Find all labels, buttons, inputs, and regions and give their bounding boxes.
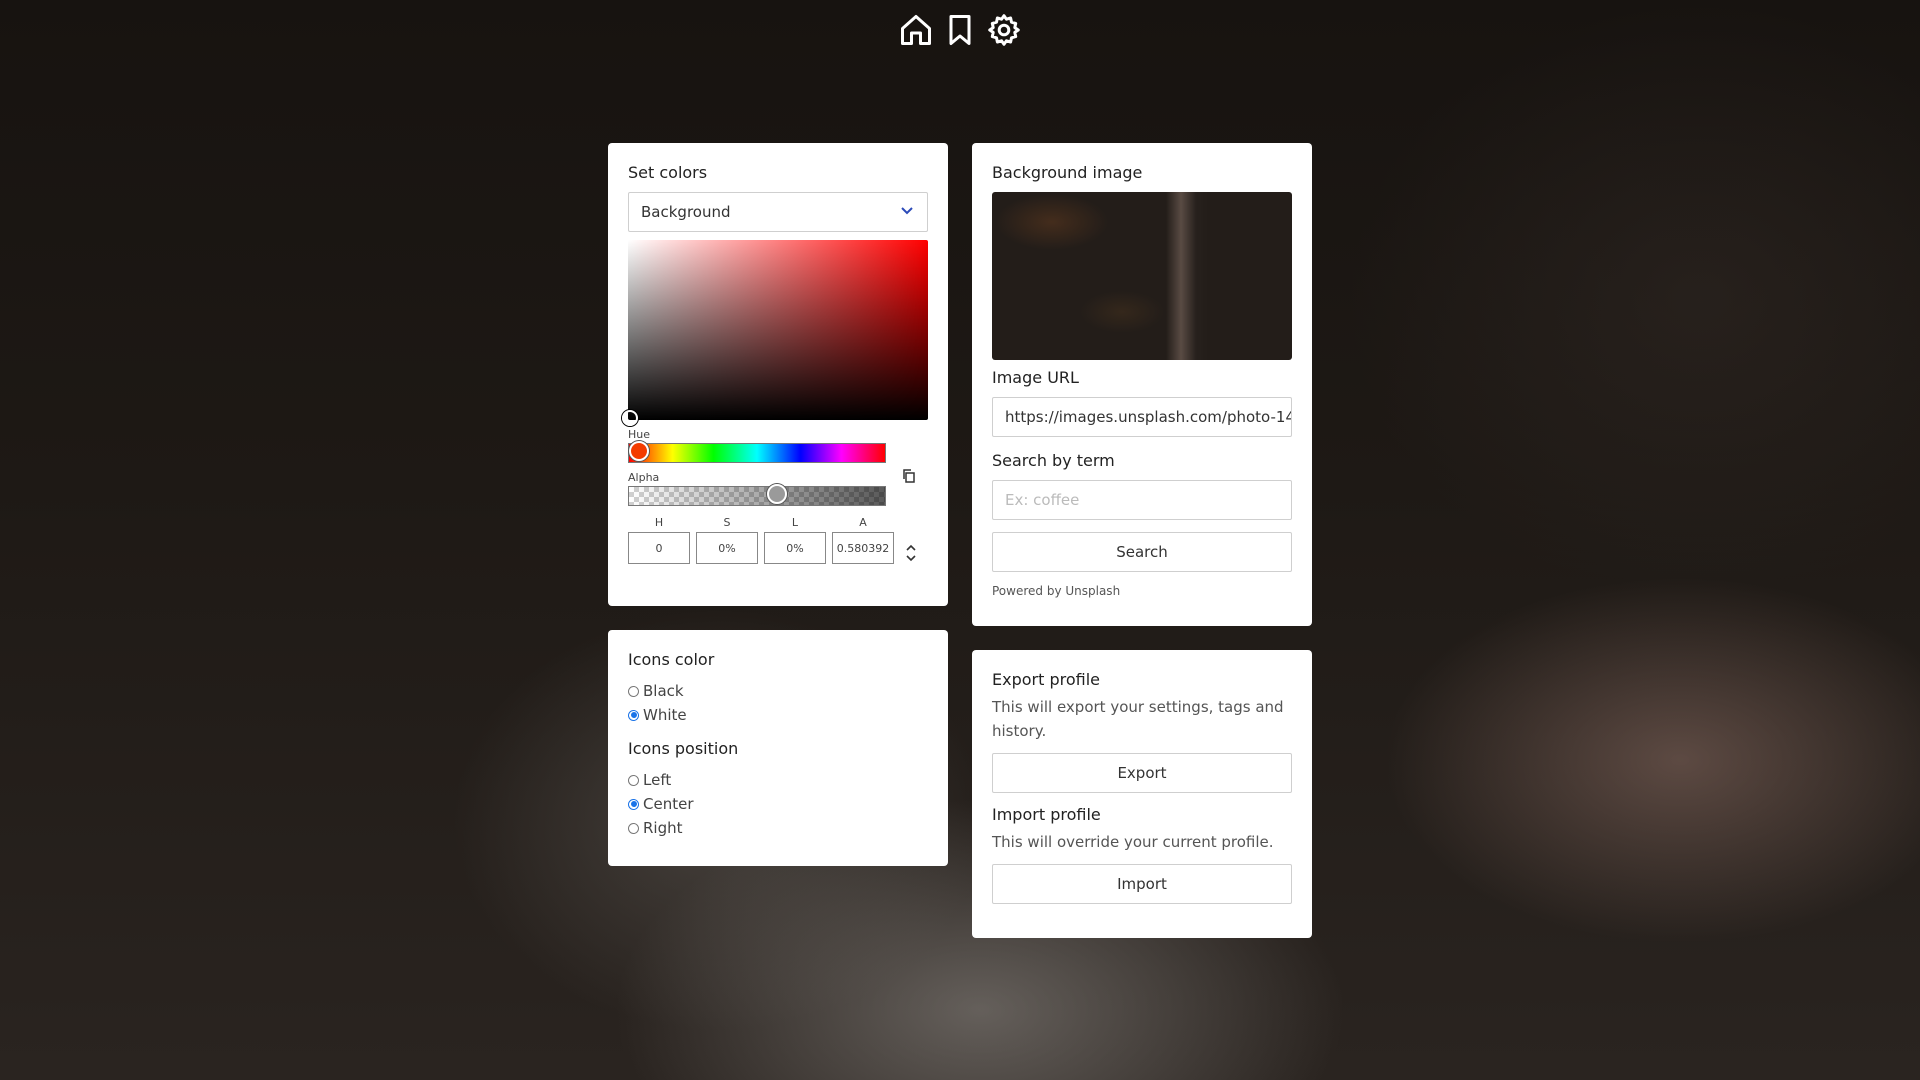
field-a-label: A: [859, 516, 867, 529]
hue-label: Hue: [628, 428, 651, 441]
export-profile-description: This will export your settings, tags and…: [992, 698, 1284, 740]
field-h: H 0: [628, 516, 690, 564]
field-h-label: H: [654, 516, 664, 529]
field-l: L 0%: [764, 516, 826, 564]
set-colors-title: Set colors: [628, 163, 708, 182]
top-icon-bar: [0, 10, 1920, 50]
import-button[interactable]: Import: [992, 864, 1292, 904]
radio-position-left-label: Left: [643, 771, 672, 789]
background-image-preview: [992, 192, 1292, 360]
image-url-label: Image URL: [992, 368, 1079, 387]
search-button[interactable]: Search: [992, 532, 1292, 572]
hue-slider-knob[interactable]: [629, 441, 649, 461]
sv-handle[interactable]: [622, 410, 638, 426]
background-photo: [0, 0, 1920, 1080]
radio-icons-white[interactable]: White: [628, 703, 928, 727]
alpha-slider-knob[interactable]: [767, 484, 788, 504]
radio-position-left[interactable]: Left: [628, 768, 928, 792]
radio-icons-black[interactable]: Black: [628, 679, 928, 703]
export-button[interactable]: Export: [992, 753, 1292, 793]
field-s-label: S: [723, 516, 731, 529]
color-target-select[interactable]: Background: [628, 192, 928, 232]
field-s-input[interactable]: 0%: [696, 532, 758, 564]
icons-color-title: Icons color: [628, 650, 715, 669]
icons-settings-card: Icons color Black White Icons position L…: [608, 630, 948, 866]
powered-by-unsplash[interactable]: Powered by Unsplash: [992, 584, 1292, 598]
radio-icons-white-dot[interactable]: [628, 709, 639, 721]
field-a: A 0.580392: [832, 516, 894, 564]
export-profile-title: Export profile: [992, 670, 1100, 689]
color-target-value: Background: [641, 203, 731, 221]
radio-position-center[interactable]: Center: [628, 792, 928, 816]
icons-position-title: Icons position: [628, 739, 739, 758]
toggle-format-icon[interactable]: [904, 543, 918, 563]
copy-icon[interactable]: [901, 468, 917, 484]
radio-icons-black-label: Black: [643, 682, 684, 700]
hsla-fields: H 0 S 0% L 0% A 0.580392: [628, 516, 928, 564]
image-url-input[interactable]: https://images.unsplash.com/photo-14: [992, 397, 1292, 437]
radio-position-right[interactable]: Right: [628, 816, 928, 840]
gear-icon[interactable]: [986, 10, 1022, 50]
home-icon[interactable]: [898, 10, 934, 50]
import-profile-description: This will override your current profile.: [992, 833, 1274, 851]
radio-position-center-label: Center: [643, 795, 694, 813]
radio-position-left-dot[interactable]: [628, 774, 639, 786]
set-colors-card: Set colors Background Hue Alpha H 0 S 0%…: [608, 143, 948, 606]
chevron-down-icon: [899, 202, 915, 222]
alpha-label: Alpha: [628, 471, 660, 484]
alpha-slider[interactable]: [628, 484, 886, 506]
radio-position-right-dot[interactable]: [628, 822, 639, 834]
field-l-input[interactable]: 0%: [764, 532, 826, 564]
radio-position-right-label: Right: [643, 819, 683, 837]
field-s: S 0%: [696, 516, 758, 564]
saturation-lightness-area[interactable]: [622, 240, 928, 426]
radio-position-center-dot[interactable]: [628, 798, 639, 810]
background-image-title: Background image: [992, 163, 1143, 182]
search-term-input[interactable]: Ex: coffee: [992, 480, 1292, 520]
radio-icons-white-label: White: [643, 706, 687, 724]
search-term-label: Search by term: [992, 451, 1115, 470]
bookmark-icon[interactable]: [942, 10, 978, 50]
field-l-label: L: [791, 516, 799, 529]
profile-card: Export profile This will export your set…: [972, 650, 1312, 938]
field-h-input[interactable]: 0: [628, 532, 690, 564]
radio-icons-black-dot[interactable]: [628, 685, 639, 697]
hue-slider[interactable]: [628, 441, 886, 463]
import-profile-title: Import profile: [992, 805, 1101, 824]
background-image-card: Background image Image URL https://image…: [972, 143, 1312, 626]
field-a-input[interactable]: 0.580392: [832, 532, 894, 564]
